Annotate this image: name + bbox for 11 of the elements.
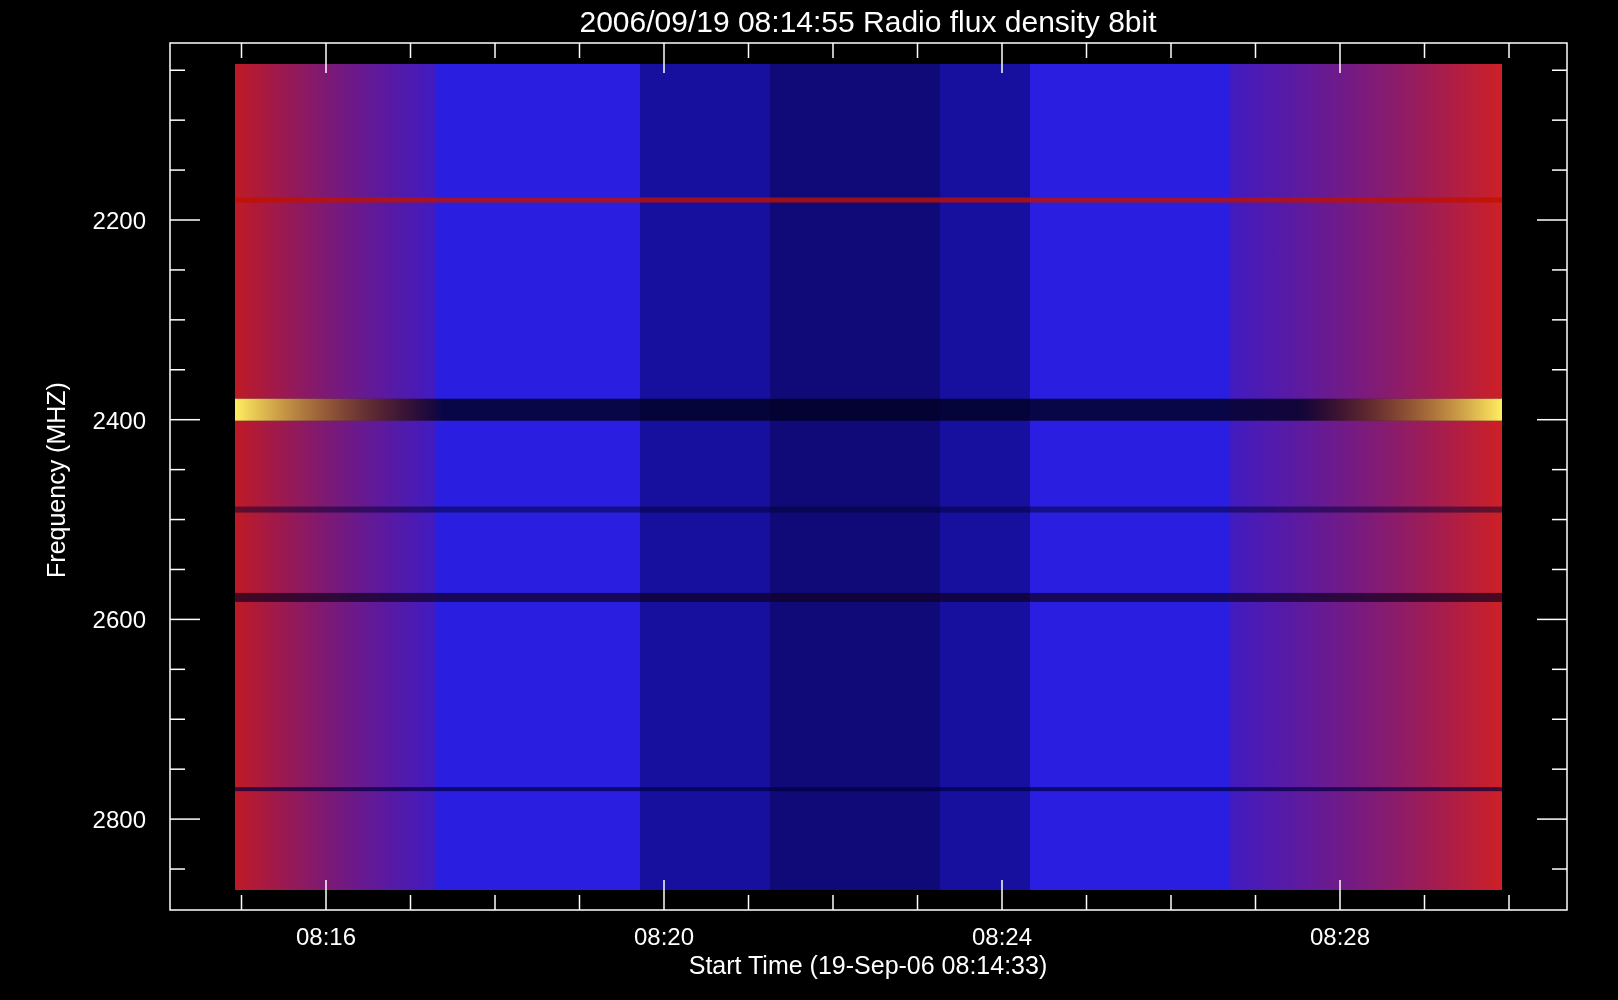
tick-label: 08:20: [633, 923, 695, 950]
tick-label: 08:28: [1309, 923, 1371, 950]
tick-label: 08:24: [971, 923, 1033, 950]
tick-label: 2800: [92, 806, 146, 834]
axis-label: Start Time (19-Sep-06 08:14:33): [688, 951, 1048, 979]
axis-label: Frequency (MHZ): [42, 382, 70, 578]
chart-title: 2006/09/19 08:14:55 Radio flux density 8bit: [579, 5, 1157, 38]
tick-label: 2400: [92, 406, 146, 434]
tick-label: 2200: [92, 207, 146, 234]
tick-label: 08:16: [295, 923, 357, 950]
tick-label: 2600: [92, 606, 146, 634]
